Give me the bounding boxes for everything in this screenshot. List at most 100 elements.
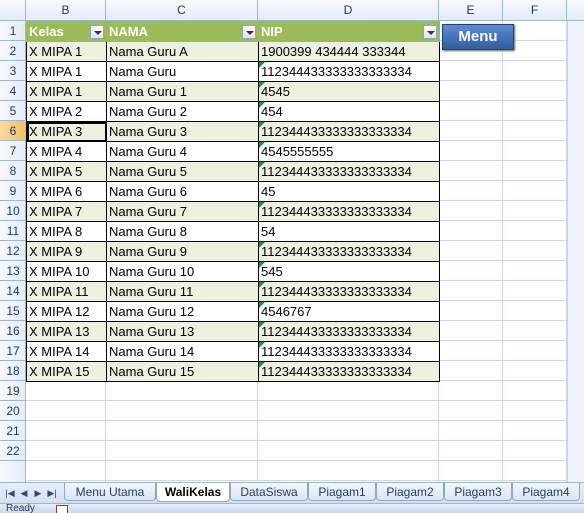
- kelas-cell[interactable]: X MIPA 1: [26, 81, 107, 102]
- number-as-text-indicator-icon: [259, 282, 265, 288]
- row-header[interactable]: 20: [0, 401, 26, 421]
- nama-cell[interactable]: Nama Guru 15: [106, 361, 259, 382]
- nip-cell[interactable]: 45: [258, 181, 440, 202]
- row-header[interactable]: 16: [0, 321, 26, 341]
- row-header[interactable]: 22: [0, 441, 26, 461]
- row-header[interactable]: 7: [0, 141, 26, 161]
- nip-cell[interactable]: 4546767: [258, 301, 440, 322]
- nama-cell[interactable]: Nama Guru 10: [106, 261, 259, 282]
- tab-piagam4[interactable]: Piagam4: [512, 483, 580, 501]
- row-header[interactable]: 3: [0, 61, 26, 81]
- filter-dropdown-icon[interactable]: [90, 25, 104, 39]
- row-header[interactable]: 11: [0, 221, 26, 241]
- row-header[interactable]: 14: [0, 281, 26, 301]
- kelas-cell[interactable]: X MIPA 5: [26, 161, 107, 182]
- kelas-cell[interactable]: X MIPA 10: [26, 261, 107, 282]
- last-sheet-icon[interactable]: ▶|: [46, 487, 58, 499]
- vertical-scrollbar[interactable]: [567, 21, 584, 482]
- nip-cell[interactable]: 112344433333333333334: [258, 361, 440, 382]
- row-header[interactable]: 15: [0, 301, 26, 321]
- row-header[interactable]: 13: [0, 261, 26, 281]
- row-header[interactable]: 8: [0, 161, 26, 181]
- nip-cell[interactable]: 545: [258, 261, 440, 282]
- kelas-cell[interactable]: X MIPA 1: [26, 41, 107, 62]
- nama-cell[interactable]: Nama Guru 7: [106, 201, 259, 222]
- column-header-f[interactable]: F: [503, 0, 567, 21]
- row-header[interactable]: 18: [0, 361, 26, 381]
- kelas-cell[interactable]: X MIPA 2: [26, 101, 107, 122]
- nip-cell[interactable]: 112344433333333333334: [258, 61, 440, 82]
- kelas-cell[interactable]: X MIPA 13: [26, 321, 107, 342]
- column-header-d[interactable]: D: [258, 0, 439, 21]
- filter-dropdown-icon[interactable]: [423, 25, 437, 39]
- nama-cell[interactable]: Nama Guru 14: [106, 341, 259, 362]
- tab-piagam1[interactable]: Piagam1: [308, 483, 376, 501]
- nama-cell[interactable]: Nama Guru 6: [106, 181, 259, 202]
- tab-piagam3[interactable]: Piagam3: [444, 483, 512, 501]
- nip-cell[interactable]: 54: [258, 221, 440, 242]
- row-header[interactable]: 19: [0, 381, 26, 401]
- row-header[interactable]: 6: [0, 121, 26, 141]
- tab-datasiswa[interactable]: DataSiswa: [230, 483, 308, 501]
- kelas-cell[interactable]: X MIPA 8: [26, 221, 107, 242]
- macro-record-icon[interactable]: [56, 505, 68, 513]
- nama-cell[interactable]: Nama Guru 5: [106, 161, 259, 182]
- row-header[interactable]: 2: [0, 41, 26, 61]
- column-header-b[interactable]: B: [26, 0, 106, 21]
- kelas-cell[interactable]: X MIPA 9: [26, 241, 107, 262]
- row-header[interactable]: 21: [0, 421, 26, 441]
- header-nip[interactable]: NIP: [258, 21, 440, 42]
- nama-cell[interactable]: Nama Guru 11: [106, 281, 259, 302]
- nip-cell[interactable]: 112344433333333333334: [258, 121, 440, 142]
- nama-cell[interactable]: Nama Guru 4: [106, 141, 259, 162]
- nama-cell[interactable]: Nama Guru A: [106, 41, 259, 62]
- kelas-cell[interactable]: X MIPA 6: [26, 181, 107, 202]
- header-nama[interactable]: NAMA: [106, 21, 259, 42]
- kelas-cell[interactable]: X MIPA 15: [26, 361, 107, 382]
- nama-cell[interactable]: Nama Guru: [106, 61, 259, 82]
- tab-piagam2[interactable]: Piagam2: [376, 483, 444, 501]
- kelas-cell[interactable]: X MIPA 12: [26, 301, 107, 322]
- kelas-cell[interactable]: X MIPA 7: [26, 201, 107, 222]
- kelas-cell[interactable]: X MIPA 14: [26, 341, 107, 362]
- prev-sheet-icon[interactable]: ◀: [18, 487, 30, 499]
- nama-cell[interactable]: Nama Guru 2: [106, 101, 259, 122]
- next-sheet-icon[interactable]: ▶: [32, 487, 44, 499]
- nama-cell[interactable]: Nama Guru 13: [106, 321, 259, 342]
- nip-cell[interactable]: 112344433333333333334: [258, 281, 440, 302]
- nip-cell[interactable]: 454: [258, 101, 440, 122]
- select-all-corner[interactable]: [0, 0, 26, 21]
- nama-cell[interactable]: Nama Guru 9: [106, 241, 259, 262]
- nip-cell[interactable]: 112344433333333333334: [258, 321, 440, 342]
- row-header[interactable]: 4: [0, 81, 26, 101]
- tab-walikelas[interactable]: WaliKelas: [156, 483, 230, 502]
- nama-cell[interactable]: Nama Guru 8: [106, 221, 259, 242]
- nip-cell[interactable]: 112344433333333333334: [258, 201, 440, 222]
- nip-cell[interactable]: 4545: [258, 81, 440, 102]
- menu-button[interactable]: Menu: [442, 24, 514, 50]
- nama-cell[interactable]: Nama Guru 1: [106, 81, 259, 102]
- header-kelas[interactable]: Kelas: [26, 21, 107, 42]
- first-sheet-icon[interactable]: |◀: [4, 487, 16, 499]
- nip-cell[interactable]: 112344433333333333334: [258, 241, 440, 262]
- kelas-cell[interactable]: X MIPA 3: [26, 121, 107, 142]
- nip-cell[interactable]: 1900399 434444 333344: [258, 41, 440, 62]
- kelas-cell[interactable]: X MIPA 1: [26, 61, 107, 82]
- nip-cell[interactable]: 112344433333333333334: [258, 161, 440, 182]
- row-header[interactable]: 5: [0, 101, 26, 121]
- row-header[interactable]: 17: [0, 341, 26, 361]
- filter-dropdown-icon[interactable]: [242, 25, 256, 39]
- nama-cell[interactable]: Nama Guru 12: [106, 301, 259, 322]
- column-header-c[interactable]: C: [106, 0, 258, 21]
- nip-cell[interactable]: 112344433333333333334: [258, 341, 440, 362]
- row-header[interactable]: 1: [0, 21, 26, 41]
- column-header-e[interactable]: E: [439, 0, 503, 21]
- nip-cell[interactable]: 4545555555: [258, 141, 440, 162]
- row-header[interactable]: 12: [0, 241, 26, 261]
- tab-menu-utama[interactable]: Menu Utama: [64, 483, 156, 501]
- nama-cell[interactable]: Nama Guru 3: [106, 121, 259, 142]
- row-header[interactable]: 10: [0, 201, 26, 221]
- kelas-cell[interactable]: X MIPA 11: [26, 281, 107, 302]
- kelas-cell[interactable]: X MIPA 4: [26, 141, 107, 162]
- row-header[interactable]: 9: [0, 181, 26, 201]
